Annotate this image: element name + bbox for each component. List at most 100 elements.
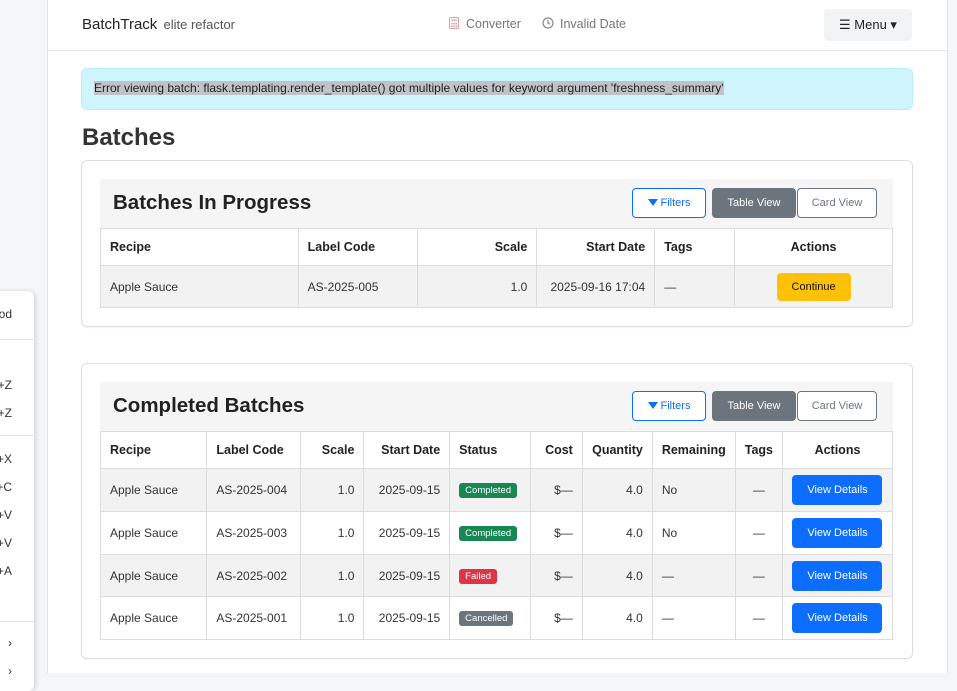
error-alert: Error viewing batch: flask.templating.re…: [81, 68, 913, 110]
cell-remaining: No: [651, 511, 736, 555]
column-header[interactable]: Tags: [654, 228, 736, 266]
column-header[interactable]: Label Code: [297, 228, 418, 266]
context-menu-item[interactable]: ›: [0, 633, 34, 653]
context-menu-item[interactable]: +X: [0, 449, 34, 469]
cell-recipe: Apple Sauce: [99, 596, 208, 640]
context-menu-divider: [0, 621, 34, 622]
cell-actions: View Details: [781, 511, 894, 555]
cell-start-date: 2025-09-15: [363, 511, 451, 555]
brand[interactable]: BatchTrack elite refactor: [82, 16, 235, 33]
in-progress-header: Batches In Progress Filters Table View C…: [100, 179, 893, 229]
table-view-button[interactable]: Table View: [712, 391, 796, 421]
context-menu-item[interactable]: +Z: [0, 375, 34, 395]
filters-button[interactable]: Filters: [632, 391, 706, 421]
filters-label: Filters: [660, 400, 691, 412]
context-menu-label: +V: [0, 508, 12, 522]
cell-recipe: Apple Sauce: [100, 265, 299, 308]
context-menu-label: +V: [0, 536, 12, 550]
cell-label-code: AS-2025-004: [206, 468, 301, 512]
menu-button[interactable]: ☰ Menu ▾: [824, 9, 912, 41]
column-header[interactable]: Recipe: [99, 431, 208, 469]
context-menu-item[interactable]: +A: [0, 561, 34, 581]
table-header-row: Recipe Label Code Scale Start Date Statu…: [99, 431, 894, 469]
cell-scale: 1.0: [416, 265, 538, 308]
cell-start-date: 2025-09-15: [363, 554, 451, 597]
status-badge: Completed: [459, 483, 518, 498]
cell-label-code: AS-2025-005: [297, 265, 418, 308]
context-menu-label: od: [0, 307, 12, 321]
cell-cost: $—: [530, 468, 583, 512]
table-view-button[interactable]: Table View: [712, 188, 796, 218]
cell-status: Completed: [449, 511, 532, 555]
cell-cost: $—: [530, 554, 583, 597]
error-alert-text: Error viewing batch: flask.templating.re…: [94, 81, 724, 95]
column-header: Actions: [781, 431, 894, 469]
filters-button[interactable]: Filters: [632, 188, 706, 218]
cell-quantity: 4.0: [581, 468, 653, 512]
navbar: BatchTrack elite refactor Converter Inva…: [48, 0, 947, 51]
column-header[interactable]: Scale: [416, 228, 538, 266]
card-view-button[interactable]: Card View: [797, 188, 877, 218]
filter-icon: [647, 199, 658, 206]
cell-tags: —: [654, 265, 736, 308]
continue-button[interactable]: Continue: [776, 272, 851, 301]
clock-icon: [542, 17, 554, 29]
filter-icon: [647, 402, 658, 409]
context-menu-item[interactable]: od: [0, 304, 34, 324]
cell-scale: 1.0: [299, 554, 365, 597]
context-menu-label: +X: [0, 452, 12, 466]
cell-tags: —: [734, 468, 783, 512]
cell-quantity: 4.0: [581, 554, 653, 597]
column-header[interactable]: Label Code: [206, 431, 301, 469]
cell-remaining: —: [651, 554, 736, 597]
nav-link-converter[interactable]: Converter: [448, 17, 521, 31]
table-row: Apple Sauce AS-2025-002 1.0 2025-09-15 F…: [99, 554, 894, 597]
table-row: Apple Sauce AS-2025-001 1.0 2025-09-15 C…: [99, 596, 894, 640]
cell-label-code: AS-2025-001: [206, 596, 301, 640]
cell-start-date: 2025-09-15: [363, 468, 451, 512]
cell-scale: 1.0: [299, 596, 365, 640]
column-header[interactable]: Start Date: [536, 228, 656, 266]
page-title: Batches: [82, 124, 176, 151]
context-menu-item[interactable]: +V: [0, 533, 34, 553]
view-details-button[interactable]: View Details: [792, 603, 883, 633]
context-menu-label: +A: [0, 564, 12, 578]
view-details-button[interactable]: View Details: [792, 560, 883, 591]
table-row: Apple Sauce AS-2025-003 1.0 2025-09-15 C…: [99, 511, 894, 555]
cell-label-code: AS-2025-002: [206, 554, 301, 597]
context-menu-item[interactable]: +C: [0, 477, 34, 497]
table-header-row: Recipe Label Code Scale Start Date Tags …: [100, 228, 893, 266]
page-container: BatchTrack elite refactor Converter Inva…: [47, 0, 948, 673]
column-header[interactable]: Remaining: [651, 431, 736, 469]
cell-tags: —: [734, 554, 783, 597]
nav-link-label: Converter: [466, 17, 521, 31]
view-details-button[interactable]: View Details: [792, 518, 883, 548]
cell-remaining: No: [651, 468, 736, 512]
column-header[interactable]: Tags: [734, 431, 783, 469]
calculator-icon: [449, 17, 459, 29]
column-header[interactable]: Status: [449, 431, 532, 469]
column-header[interactable]: Recipe: [100, 228, 299, 266]
column-header[interactable]: Cost: [530, 431, 583, 469]
chevron-right-icon: ›: [8, 636, 12, 650]
cell-remaining: —: [651, 596, 736, 640]
context-menu-item[interactable]: +Z: [0, 403, 34, 423]
card-view-button[interactable]: Card View: [797, 391, 877, 421]
table-row: Apple Sauce AS-2025-005 1.0 2025-09-16 1…: [100, 265, 893, 308]
cell-label-code: AS-2025-003: [206, 511, 301, 555]
cell-actions: View Details: [781, 554, 894, 597]
view-details-button[interactable]: View Details: [792, 475, 883, 505]
completed-card: Completed Batches Filters Table View Car…: [81, 363, 913, 659]
column-header[interactable]: Scale: [299, 431, 365, 469]
cell-actions: View Details: [781, 468, 894, 512]
table-row: Apple Sauce AS-2025-004 1.0 2025-09-15 C…: [99, 468, 894, 512]
nav-link-date[interactable]: Invalid Date: [542, 17, 626, 31]
context-menu-item[interactable]: +V: [0, 505, 34, 525]
status-badge: Failed: [459, 568, 498, 584]
status-badge: Cancelled: [459, 611, 514, 626]
context-menu-item[interactable]: ›: [0, 661, 34, 681]
brand-subtitle: elite refactor: [163, 17, 236, 32]
column-header[interactable]: Start Date: [363, 431, 451, 469]
filters-label: Filters: [660, 197, 691, 209]
column-header[interactable]: Quantity: [581, 431, 653, 469]
